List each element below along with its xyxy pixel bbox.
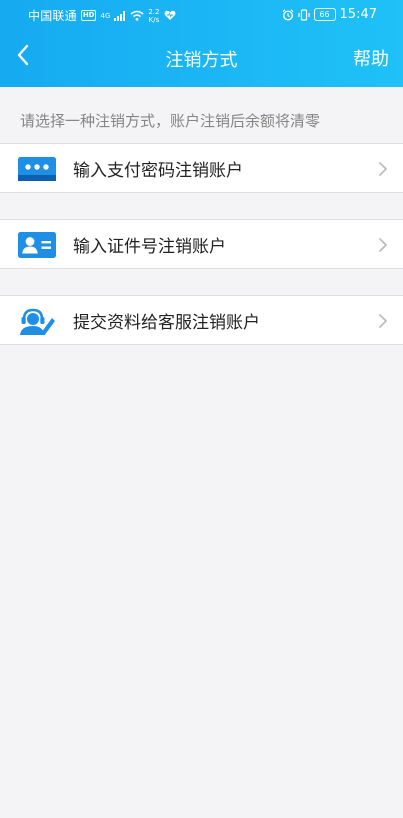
alarm-icon: [282, 8, 294, 21]
hint-text: 请选择一种注销方式，账户注销后余额将清零: [20, 112, 321, 130]
battery-indicator: 66: [313, 8, 336, 21]
option-customer-service[interactable]: 提交资料给客服注销账户: [0, 295, 403, 345]
wifi-icon: [130, 10, 144, 21]
chevron-right-icon: [377, 237, 389, 253]
nav-bar: 注销方式 帮助: [0, 30, 403, 87]
heart-icon: [164, 10, 176, 21]
option-label: 提交资料给客服注销账户: [73, 313, 260, 333]
vibrate-icon: [297, 8, 310, 21]
header: 中国联通 HD 4G 2.2 K/s 66 15:47 注销方式 帮助: [0, 0, 403, 87]
password-dots-icon: [18, 155, 56, 182]
status-bar: 中国联通 HD 4G 2.2 K/s 66 15:47: [0, 0, 403, 30]
speed-value: 2.2: [148, 7, 160, 16]
network-speed: 2.2 K/s: [148, 8, 159, 24]
customer-service-icon: [18, 307, 56, 335]
carrier-name: 中国联通: [28, 9, 77, 23]
chevron-right-icon: [377, 313, 389, 329]
option-label: 输入证件号注销账户: [73, 237, 226, 257]
option-password[interactable]: 输入支付密码注销账户: [0, 143, 403, 193]
status-clock: 15:47: [339, 7, 377, 22]
id-card-icon: [18, 231, 56, 258]
speed-unit: K/s: [148, 15, 160, 24]
network-type: 4G: [100, 11, 111, 20]
page-title: 注销方式: [165, 50, 238, 71]
option-id-number[interactable]: 输入证件号注销账户: [0, 219, 403, 269]
status-left: 中国联通 HD 4G 2.2 K/s: [28, 7, 176, 24]
option-label: 输入支付密码注销账户: [73, 161, 243, 181]
status-right: 66 15:47: [282, 7, 377, 22]
chevron-right-icon: [377, 161, 389, 177]
signal-bars-icon: [114, 10, 126, 21]
hd-badge: HD: [80, 10, 97, 21]
help-button[interactable]: 帮助: [353, 45, 389, 71]
